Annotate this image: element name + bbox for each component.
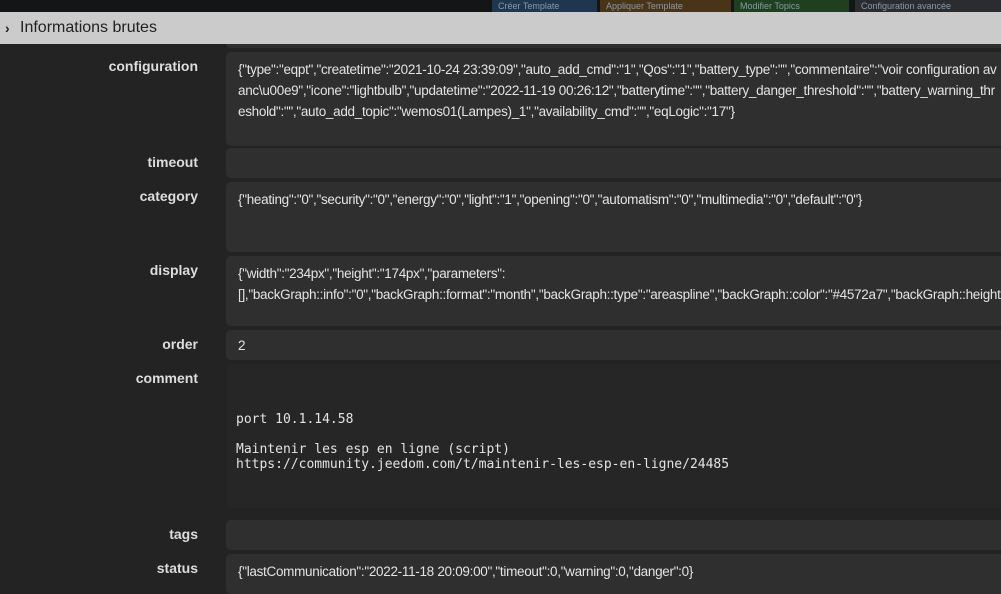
- row-status: status {"lastCommunication":"2022-11-18 …: [0, 554, 1001, 594]
- row-tags: tags: [0, 520, 1001, 550]
- status-label: status: [156, 560, 198, 576]
- chevron-right-icon: ›: [5, 20, 10, 36]
- configuration-field[interactable]: {"type":"eqpt","createtime":"2021-10-24 …: [226, 52, 1001, 146]
- row-timeout: timeout: [0, 148, 1001, 178]
- comment-textarea[interactable]: port 10.1.14.58 Maintenir les esp en lig…: [226, 364, 1001, 508]
- previous-field: [226, 44, 1001, 48]
- tags-field[interactable]: [226, 520, 1001, 550]
- comment-label: comment: [135, 370, 198, 386]
- status-field[interactable]: {"lastCommunication":"2022-11-18 20:09:0…: [226, 554, 1001, 594]
- row-configuration: configuration {"type":"eqpt","createtime…: [0, 52, 1001, 146]
- timeout-field[interactable]: [226, 148, 1001, 178]
- row-comment: comment port 10.1.14.58 Maintenir les es…: [0, 364, 1001, 508]
- category-label: category: [139, 188, 198, 204]
- tags-label: tags: [169, 526, 198, 542]
- configuration-label: configuration: [108, 58, 198, 74]
- category-field[interactable]: {"heating":"0","security":"0","energy":"…: [226, 182, 1001, 252]
- top-toolbar: Créer Template Appliquer Template Modifi…: [0, 0, 1001, 12]
- raw-info-panel-header[interactable]: › Informations brutes: [0, 12, 1001, 44]
- apply-template-button[interactable]: Appliquer Template: [600, 0, 731, 12]
- display-field[interactable]: {"width":"234px","height":"174px","param…: [226, 256, 1001, 326]
- timeout-label: timeout: [147, 154, 198, 170]
- display-label: display: [149, 262, 198, 278]
- advanced-configuration-button[interactable]: Configuration avancée: [855, 0, 1001, 12]
- row-order: order 2: [0, 330, 1001, 360]
- row-category: category {"heating":"0","security":"0","…: [0, 182, 1001, 252]
- order-field[interactable]: 2: [226, 330, 1001, 360]
- create-template-button[interactable]: Créer Template: [492, 0, 597, 12]
- row-display: display {"width":"234px","height":"174px…: [0, 256, 1001, 326]
- order-label: order: [162, 336, 198, 352]
- panel-title: Informations brutes: [20, 19, 157, 36]
- edit-topics-button[interactable]: Modifier Topics: [734, 0, 849, 12]
